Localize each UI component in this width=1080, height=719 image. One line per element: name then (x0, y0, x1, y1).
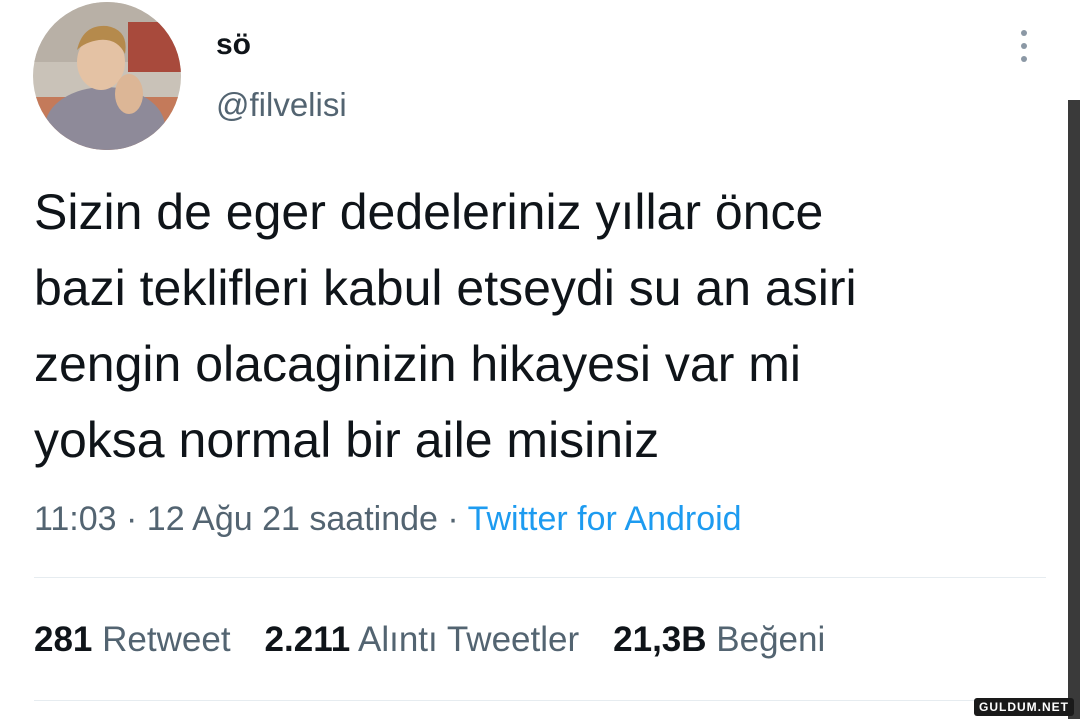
retweet-count[interactable]: 281 Retweet (34, 620, 231, 660)
like-count-label: Beğeni (716, 620, 826, 659)
avatar-photo (33, 2, 181, 150)
tweet-date[interactable]: 12 Ağu 21 saatinde (147, 500, 438, 538)
quote-count-value: 2.211 (264, 620, 351, 659)
quote-tweet-count[interactable]: 2.211 Alıntı Tweetler (265, 620, 580, 660)
author-handle[interactable]: @filvelisi (216, 86, 347, 124)
divider (34, 700, 1046, 701)
more-dot (1021, 43, 1027, 49)
tweet-text: Sizin de eger dedeleriniz yıllar önce ba… (34, 174, 1044, 478)
tweet-stats: 281 Retweet 2.211 Alıntı Tweetler 21,3B … (34, 620, 825, 660)
author-display-name[interactable]: sö (216, 28, 251, 62)
tweet-text-line: Sizin de eger dedeleriniz yıllar önce (34, 184, 824, 240)
more-dot (1021, 30, 1027, 36)
like-count[interactable]: 21,3B Beğeni (613, 620, 825, 660)
divider (34, 577, 1046, 578)
meta-separator: · (447, 500, 459, 538)
scrollbar[interactable] (1068, 100, 1080, 719)
tweet-text-line: zengin olacaginizin hikayesi var mi (34, 336, 802, 392)
avatar[interactable] (33, 2, 181, 150)
quote-count-label: Alıntı Tweetler (358, 620, 580, 659)
tweet-metadata: 11:03 · 12 Ağu 21 saatinde · Twitter for… (34, 500, 742, 539)
more-dot (1021, 56, 1027, 62)
retweet-count-value: 281 (34, 620, 93, 659)
watermark: GULDUM.NET (974, 698, 1074, 716)
like-count-value: 21,3B (613, 620, 707, 659)
retweet-count-label: Retweet (102, 620, 231, 659)
meta-separator: · (126, 500, 138, 538)
more-vertical-icon[interactable] (1004, 24, 1044, 68)
tweet-text-line: yoksa normal bir aile misiniz (34, 412, 660, 468)
tweet-text-line: bazi teklifleri kabul etseydi su an asir… (34, 260, 857, 316)
tweet-source-link[interactable]: Twitter for Android (468, 500, 742, 538)
tweet-time[interactable]: 11:03 (34, 500, 117, 538)
